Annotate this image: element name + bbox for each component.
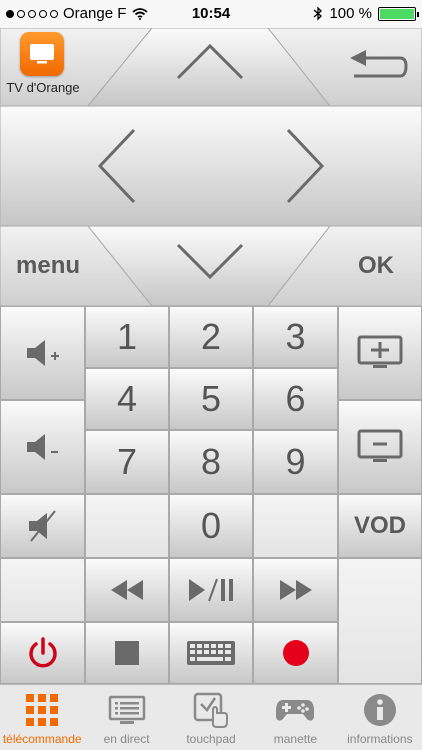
volume-down-button[interactable] xyxy=(0,400,85,494)
vod-button[interactable]: VOD xyxy=(338,494,422,558)
digit-1-button[interactable]: 1 xyxy=(85,306,169,368)
channel-up-icon xyxy=(357,335,403,368)
play-pause-icon xyxy=(189,578,233,602)
empty-slot-left xyxy=(0,558,85,622)
status-bar: Orange F 10:54 100 % xyxy=(0,0,422,28)
digit-label: 9 xyxy=(285,441,306,482)
tab-bar: télécommande en direct touchpad manette … xyxy=(0,684,422,750)
remote-control: TV d'Orange menu OK 1 2 3 4 5 6 7 8 9 0 … xyxy=(0,28,422,684)
channel-up-button[interactable] xyxy=(338,306,422,400)
tab-manette[interactable]: manette xyxy=(253,685,337,750)
app-label: TV d'Orange xyxy=(6,80,80,95)
empty-slot-keypad-left xyxy=(85,494,169,558)
digit-label: 5 xyxy=(200,378,222,419)
fast-forward-icon xyxy=(279,580,312,600)
tv-icon xyxy=(20,32,64,76)
digit-label: 0 xyxy=(200,505,222,546)
touchpad-icon xyxy=(193,692,229,728)
volume-up-icon xyxy=(26,340,59,366)
rewind-button[interactable] xyxy=(85,558,169,622)
ok-button[interactable]: OK xyxy=(292,226,422,306)
menu-button[interactable]: menu xyxy=(0,226,130,306)
info-icon xyxy=(363,694,396,726)
grid-icon xyxy=(26,694,59,726)
digit-label: 7 xyxy=(116,441,138,482)
down-button[interactable] xyxy=(160,233,260,293)
digit-8-button[interactable]: 8 xyxy=(169,430,253,494)
dpad: TV d'Orange menu OK xyxy=(0,28,422,306)
record-button[interactable] xyxy=(253,622,338,684)
tab-label: en direct xyxy=(103,732,150,746)
digit-5-button[interactable]: 5 xyxy=(169,368,253,430)
keyboard-button[interactable] xyxy=(169,622,253,684)
play-pause-button[interactable] xyxy=(169,558,253,622)
digit-label: 4 xyxy=(116,378,138,419)
battery-percent: 100 % xyxy=(329,5,372,22)
digit-label: 6 xyxy=(285,378,306,419)
chevron-right-icon xyxy=(286,128,325,204)
tab-telecommande[interactable]: télécommande xyxy=(0,685,84,750)
power-icon xyxy=(28,637,57,668)
mute-icon xyxy=(28,510,56,542)
battery-icon xyxy=(378,6,419,21)
tab-label: manette xyxy=(273,732,318,746)
left-button[interactable] xyxy=(88,118,158,218)
digit-7-button[interactable]: 7 xyxy=(85,430,169,494)
tab-label: informations xyxy=(347,732,413,746)
vod-label: VOD xyxy=(353,512,406,539)
digit-label: 1 xyxy=(116,316,138,357)
up-button[interactable] xyxy=(160,38,260,98)
stop-icon xyxy=(115,641,139,665)
record-icon xyxy=(282,640,309,666)
back-arrow-icon xyxy=(350,50,408,78)
tv-orange-button[interactable]: TV d'Orange xyxy=(0,28,88,106)
digit-label: 8 xyxy=(200,441,222,482)
mute-button[interactable] xyxy=(0,494,85,558)
right-button[interactable] xyxy=(264,118,334,218)
ok-label: OK xyxy=(358,252,394,279)
power-button[interactable] xyxy=(0,622,85,684)
digit-6-button[interactable]: 6 xyxy=(253,368,338,430)
tab-label: touchpad xyxy=(186,732,236,746)
tab-en-direct[interactable]: en direct xyxy=(84,685,168,750)
tab-touchpad[interactable]: touchpad xyxy=(169,685,253,750)
digit-3-button[interactable]: 3 xyxy=(253,306,338,368)
chevron-left-icon xyxy=(97,128,136,204)
volume-down-icon xyxy=(26,434,58,460)
stop-button[interactable] xyxy=(85,622,169,684)
digit-2-button[interactable]: 2 xyxy=(169,306,253,368)
tv-list-icon xyxy=(108,695,145,724)
tab-informations[interactable]: informations xyxy=(338,685,422,750)
digit-label: 2 xyxy=(200,316,222,357)
empty-slot-right xyxy=(338,558,422,684)
digit-9-button[interactable]: 9 xyxy=(253,430,338,494)
chevron-down-icon xyxy=(176,243,244,280)
chevron-up-icon xyxy=(176,43,244,80)
tab-label: télécommande xyxy=(2,732,82,746)
gamepad-icon xyxy=(276,700,315,721)
back-button[interactable] xyxy=(330,38,422,98)
rewind-icon xyxy=(111,580,143,600)
channel-down-icon xyxy=(357,429,403,462)
menu-label: menu xyxy=(16,252,81,279)
empty-slot-keypad-right xyxy=(253,494,338,558)
channel-down-button[interactable] xyxy=(338,400,422,494)
digit-label: 3 xyxy=(285,316,306,357)
keyboard-icon xyxy=(187,641,235,665)
digit-4-button[interactable]: 4 xyxy=(85,368,169,430)
fast-forward-button[interactable] xyxy=(253,558,338,622)
bluetooth-icon xyxy=(314,6,323,21)
volume-up-button[interactable] xyxy=(0,306,85,400)
digit-0-button[interactable]: 0 xyxy=(169,494,253,558)
